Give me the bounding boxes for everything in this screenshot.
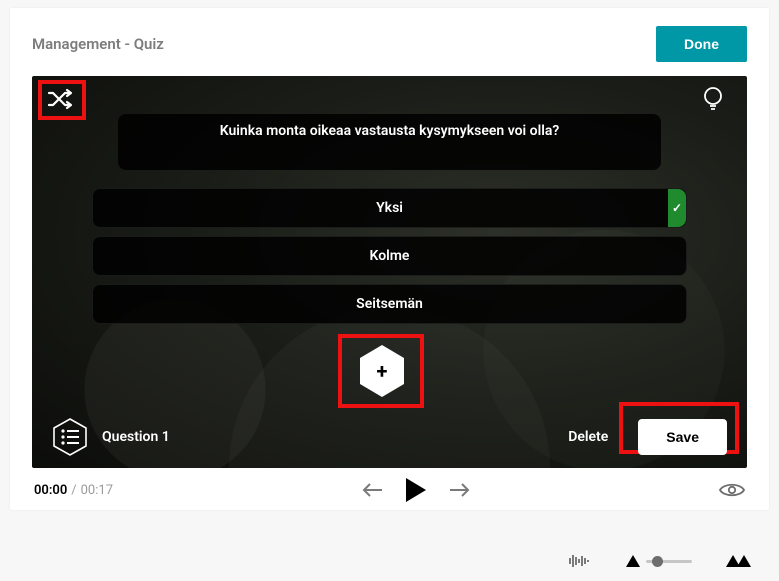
add-answer-button[interactable]: + (358, 344, 406, 398)
answer-option-3[interactable]: Seitsemän (92, 284, 687, 324)
slider-knob[interactable] (652, 556, 663, 567)
time-current: 00:00 (34, 483, 67, 498)
next-button[interactable] (448, 482, 470, 498)
playback-controls (113, 478, 719, 502)
triangle-small-icon (626, 555, 640, 567)
checkmark-icon: ✓ (672, 201, 682, 215)
play-button[interactable] (406, 478, 426, 502)
header-bar: Management - Quiz Done (32, 26, 747, 62)
stage-footer: Question 1 Delete Save (32, 406, 747, 468)
question-badge-icon (52, 417, 88, 457)
question-number-label: Question 1 (102, 429, 170, 445)
preview-icon[interactable] (719, 482, 745, 498)
answer-option-3-label: Seitsemän (356, 296, 423, 312)
done-button[interactable]: Done (656, 26, 747, 62)
zoom-strip (10, 547, 769, 575)
zoom-max-icon[interactable] (726, 555, 751, 567)
editor-card: Management - Quiz Done Kuinka monta oike… (10, 8, 769, 510)
time-duration: 00:17 (81, 483, 113, 498)
zoom-slider[interactable] (626, 555, 692, 567)
video-stage: Kuinka monta oikeaa vastausta kysymyksee… (32, 76, 747, 468)
lightbulb-icon[interactable] (699, 85, 727, 113)
waveform-icon[interactable] (566, 554, 592, 568)
answer-option-1-label: Yksi (376, 200, 403, 216)
shuffle-icon[interactable] (46, 85, 74, 113)
timeline-bar: 00:00 / 00:17 (32, 468, 747, 504)
page-title: Management - Quiz (32, 35, 164, 53)
slider-track[interactable] (646, 560, 692, 563)
time-separator: / (71, 483, 76, 498)
delete-button[interactable]: Delete (568, 429, 608, 445)
question-prompt[interactable]: Kuinka monta oikeaa vastausta kysymyksee… (118, 114, 661, 170)
answer-option-1[interactable]: Yksi ✓ (92, 188, 687, 228)
correct-indicator[interactable]: ✓ (668, 189, 686, 227)
prev-button[interactable] (362, 482, 384, 498)
answer-option-2-label: Kolme (370, 248, 410, 264)
plus-icon: + (377, 359, 388, 383)
play-icon (406, 478, 426, 502)
answer-option-2[interactable]: Kolme (92, 236, 687, 276)
save-button[interactable]: Save (638, 419, 727, 455)
